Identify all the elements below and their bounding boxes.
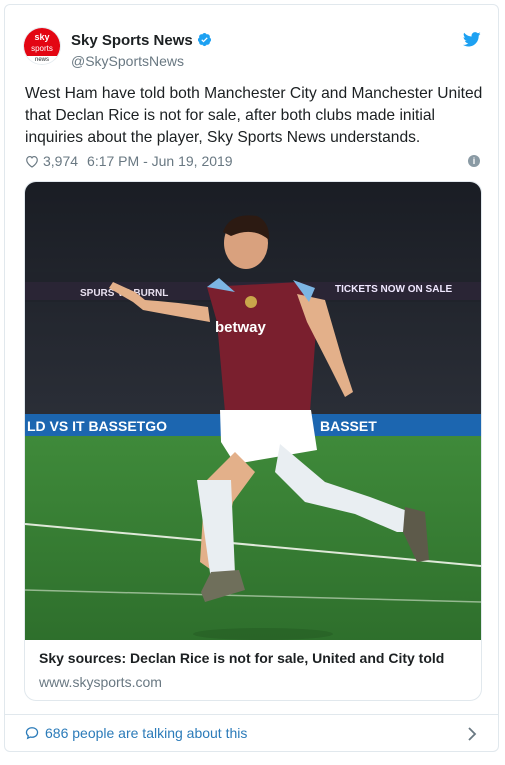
footer-divider: [5, 714, 498, 715]
tweet-meta: 3,974 6:17 PM - Jun 19, 2019: [25, 153, 233, 169]
like-button[interactable]: 3,974: [25, 153, 78, 169]
card-title: Sky sources: Declan Rice is not for sale…: [39, 650, 445, 666]
card-url: www.skysports.com: [39, 674, 162, 690]
tweet-text: West Ham have told both Manchester City …: [25, 85, 483, 146]
conversation-link[interactable]: 686 people are talking about this: [25, 725, 247, 741]
account-avatar[interactable]: sky sports news: [23, 27, 61, 65]
avatar-line-3: news: [24, 56, 60, 64]
ad-board-bottom-right: BASSET: [320, 418, 377, 434]
twitter-bird-icon[interactable]: [463, 32, 481, 47]
embedded-tweet: sky sports news Sky Sports News @SkySpor…: [4, 4, 499, 752]
account-handle[interactable]: @SkySportsNews: [71, 53, 184, 69]
card-photo: SPURS VS BURNL TICKETS NOW ON SALE LD VS…: [25, 182, 481, 640]
tweet-timestamp-link[interactable]: 6:17 PM - Jun 19, 2019: [87, 153, 233, 169]
chevron-right-icon[interactable]: [467, 727, 477, 741]
talking-text: 686 people are talking about this: [45, 725, 248, 741]
account-name-link[interactable]: Sky Sports News: [71, 32, 212, 49]
account-name: Sky Sports News: [71, 32, 193, 49]
shirt-sponsor-text: betway: [215, 319, 267, 336]
avatar-line-2: sports: [24, 44, 60, 56]
ad-board-bottom: LD VS IT BASSETGO: [27, 418, 167, 434]
heart-icon: [26, 155, 38, 168]
verified-badge-icon: [197, 32, 211, 47]
info-icon[interactable]: i: [468, 155, 480, 167]
speech-bubble-icon: [25, 727, 39, 740]
link-card[interactable]: SPURS VS BURNL TICKETS NOW ON SALE LD VS…: [24, 181, 482, 701]
ad-board-top-right: TICKETS NOW ON SALE: [335, 284, 453, 295]
like-count: 3,974: [43, 153, 79, 169]
